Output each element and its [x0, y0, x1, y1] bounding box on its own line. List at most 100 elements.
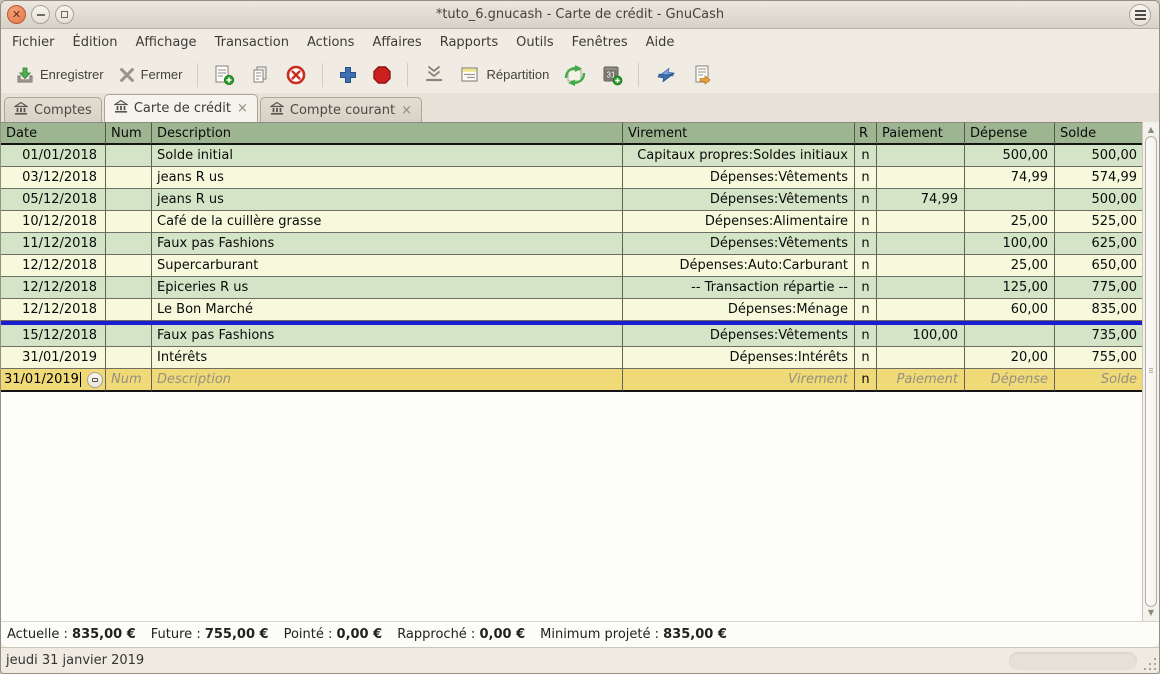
- cell-date[interactable]: 12/12/2018: [1, 277, 106, 299]
- tab-comptes[interactable]: Comptes: [4, 97, 102, 122]
- cell-description[interactable]: jeans R us: [152, 189, 623, 211]
- cell-solde[interactable]: 500,00: [1055, 145, 1144, 167]
- scroll-down-icon[interactable]: ▼: [1145, 606, 1157, 620]
- hamburger-menu-button[interactable]: [1129, 4, 1151, 26]
- cell-num[interactable]: [106, 347, 152, 369]
- transfer-button[interactable]: [557, 60, 593, 90]
- cell-paiement[interactable]: [877, 167, 965, 189]
- cell-description[interactable]: Faux pas Fashions: [152, 325, 623, 347]
- cell-paiement[interactable]: 74,99: [877, 189, 965, 211]
- cell-paiement[interactable]: [877, 347, 965, 369]
- cell-virement[interactable]: Dépenses:Vêtements: [623, 167, 855, 189]
- cell-depense[interactable]: 25,00: [965, 211, 1055, 233]
- cell-reconcile[interactable]: n: [855, 255, 877, 277]
- cell-depense[interactable]: 125,00: [965, 277, 1055, 299]
- menu-item-edition[interactable]: Édition: [64, 31, 127, 54]
- cell-description[interactable]: Supercarburant: [152, 255, 623, 277]
- edit-cell-num[interactable]: Num: [106, 369, 152, 392]
- cell-reconcile[interactable]: n: [855, 325, 877, 347]
- cell-depense[interactable]: [965, 325, 1055, 347]
- cell-paiement[interactable]: [877, 299, 965, 321]
- edit-cell-depense[interactable]: Dépense: [965, 369, 1055, 392]
- enter-button[interactable]: [332, 61, 364, 89]
- edit-cell-solde[interactable]: Solde: [1055, 369, 1144, 392]
- edit-cell-paiement[interactable]: Paiement: [877, 369, 965, 392]
- edit-cell-description[interactable]: Description: [152, 369, 623, 392]
- cell-solde[interactable]: 835,00: [1055, 299, 1144, 321]
- register-row[interactable]: 01/01/2018 Solde initial Capitaux propre…: [1, 145, 1144, 167]
- cell-solde[interactable]: 650,00: [1055, 255, 1144, 277]
- tab-compte-courant[interactable]: Compte courant ×: [260, 97, 422, 122]
- cell-description[interactable]: Le Bon Marché: [152, 299, 623, 321]
- split-button[interactable]: Répartition: [453, 60, 555, 90]
- menu-item-outils[interactable]: Outils: [507, 31, 563, 54]
- scrollbar-thumb[interactable]: [1145, 136, 1157, 607]
- cell-virement[interactable]: Dépenses:Vêtements: [623, 325, 855, 347]
- cell-virement[interactable]: Dépenses:Vêtements: [623, 233, 855, 255]
- duplicate-button[interactable]: [243, 60, 277, 90]
- cell-reconcile[interactable]: n: [855, 167, 877, 189]
- edit-cell-virement[interactable]: Virement: [623, 369, 855, 392]
- cell-solde[interactable]: 625,00: [1055, 233, 1144, 255]
- cell-description[interactable]: jeans R us: [152, 167, 623, 189]
- edit-cell-reconcile[interactable]: n: [855, 369, 877, 392]
- cell-depense[interactable]: [965, 189, 1055, 211]
- cell-virement[interactable]: Dépenses:Intérêts: [623, 347, 855, 369]
- save-button[interactable]: Enregistrer: [9, 61, 110, 89]
- menu-item-fichier[interactable]: Fichier: [3, 31, 64, 54]
- register-row[interactable]: 05/12/2018 jeans R us Dépenses:Vêtements…: [1, 189, 1144, 211]
- cell-num[interactable]: [106, 145, 152, 167]
- cell-date[interactable]: 01/01/2018: [1, 145, 106, 167]
- blank-transaction-button[interactable]: [417, 60, 451, 90]
- cell-paiement[interactable]: [877, 277, 965, 299]
- cell-reconcile[interactable]: n: [855, 189, 877, 211]
- cell-num[interactable]: [106, 255, 152, 277]
- cell-num[interactable]: [106, 233, 152, 255]
- cell-solde[interactable]: 775,00: [1055, 277, 1144, 299]
- vertical-scrollbar[interactable]: ▲ ▼: [1142, 122, 1159, 621]
- register-row[interactable]: 15/12/2018 Faux pas Fashions Dépenses:Vê…: [1, 325, 1144, 347]
- cell-virement[interactable]: Dépenses:Vêtements: [623, 189, 855, 211]
- cell-solde[interactable]: 525,00: [1055, 211, 1144, 233]
- register-edit-row[interactable]: 31/01/2019 Num Description Virement n Pa…: [1, 369, 1144, 392]
- cell-paiement[interactable]: [877, 233, 965, 255]
- cell-reconcile[interactable]: n: [855, 347, 877, 369]
- cell-paiement[interactable]: 100,00: [877, 325, 965, 347]
- cell-virement[interactable]: -- Transaction répartie --: [623, 277, 855, 299]
- cell-description[interactable]: Café de la cuillère grasse: [152, 211, 623, 233]
- cell-reconcile[interactable]: n: [855, 233, 877, 255]
- tab-close-icon[interactable]: ×: [237, 102, 248, 115]
- cell-virement[interactable]: Capitaux propres:Soldes initiaux: [623, 145, 855, 167]
- cell-num[interactable]: [106, 325, 152, 347]
- cell-solde[interactable]: 755,00: [1055, 347, 1144, 369]
- register-row[interactable]: 03/12/2018 jeans R us Dépenses:Vêtements…: [1, 167, 1144, 189]
- cell-virement[interactable]: Dépenses:Auto:Carburant: [623, 255, 855, 277]
- cell-solde[interactable]: 574,99: [1055, 167, 1144, 189]
- new-transaction-button[interactable]: [207, 60, 241, 90]
- cell-date[interactable]: 05/12/2018: [1, 189, 106, 211]
- cell-depense[interactable]: 74,99: [965, 167, 1055, 189]
- cell-paiement[interactable]: [877, 145, 965, 167]
- register-row[interactable]: 12/12/2018 Le Bon Marché Dépenses:Ménage…: [1, 299, 1144, 321]
- menu-item-actions[interactable]: Actions: [298, 31, 364, 54]
- schedule-button[interactable]: 31: [595, 60, 629, 90]
- cell-paiement[interactable]: [877, 211, 965, 233]
- cancel-button[interactable]: [366, 61, 398, 89]
- menu-item-affichage[interactable]: Affichage: [126, 31, 205, 54]
- cell-num[interactable]: [106, 299, 152, 321]
- date-picker-button[interactable]: [87, 372, 103, 388]
- register-row[interactable]: 12/12/2018 Epiceries R us -- Transaction…: [1, 277, 1144, 299]
- cell-date[interactable]: 03/12/2018: [1, 167, 106, 189]
- menu-item-affaires[interactable]: Affaires: [363, 31, 430, 54]
- register-row[interactable]: 10/12/2018 Café de la cuillère grasse Dé…: [1, 211, 1144, 233]
- tab-carte-de-credit[interactable]: Carte de crédit ×: [104, 94, 258, 122]
- cell-paiement[interactable]: [877, 255, 965, 277]
- cell-description[interactable]: Solde initial: [152, 145, 623, 167]
- cell-reconcile[interactable]: n: [855, 277, 877, 299]
- close-button[interactable]: Fermer: [112, 62, 189, 88]
- scroll-up-icon[interactable]: ▲: [1145, 123, 1157, 137]
- window-resize-grip[interactable]: [1144, 658, 1156, 670]
- cell-date[interactable]: 10/12/2018: [1, 211, 106, 233]
- cell-depense[interactable]: 25,00: [965, 255, 1055, 277]
- cell-description[interactable]: Faux pas Fashions: [152, 233, 623, 255]
